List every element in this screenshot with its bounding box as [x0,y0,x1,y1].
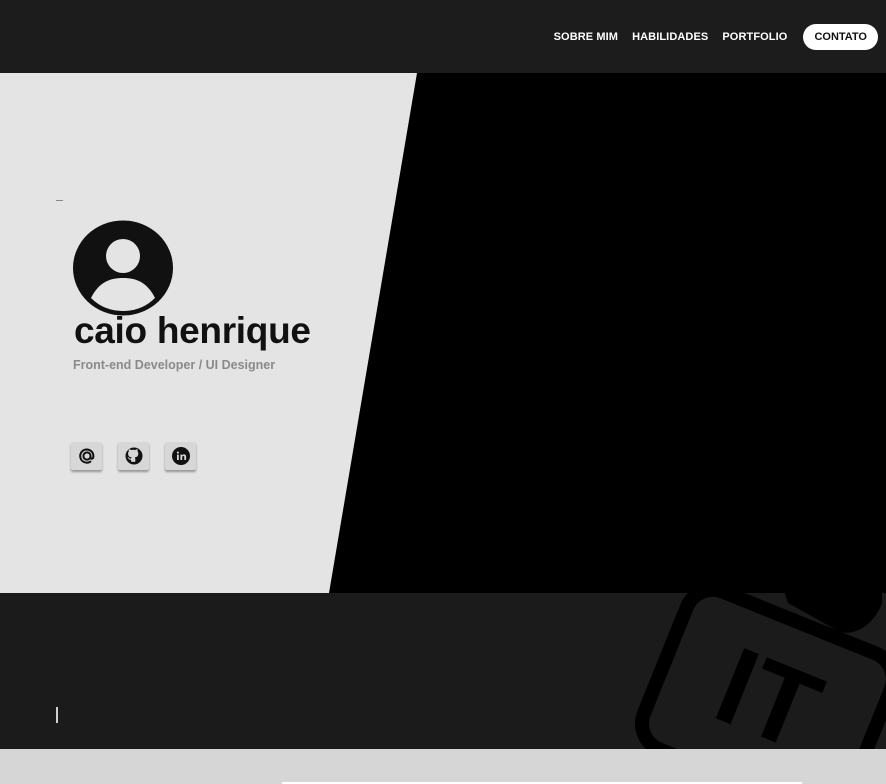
linkedin-link-button[interactable] [165,442,196,470]
it-badge-text: IT [700,624,837,749]
user-circle-icon [73,220,173,316]
hero-role: Front-end Developer / UI Designer [73,358,276,372]
nav-link-sobre-mim[interactable]: SOBRE MIM [554,31,618,43]
hero-name: caio henrique [74,310,311,351]
hero-section: caio henrique Front-end Developer / UI D… [0,73,886,593]
email-link-button[interactable] [71,442,102,470]
nav-link-portfolio[interactable]: PORTFOLIO [722,31,787,43]
github-link-button[interactable] [118,442,149,470]
linkedin-icon [171,447,190,465]
bottom-strip [0,749,886,784]
hero-dash-decoration [56,200,63,201]
secondary-section: IT [0,593,886,749]
contact-button[interactable]: CONTATO [803,23,878,50]
at-sign-icon [78,448,94,464]
nav-link-habilidades[interactable]: HABILIDADES [632,31,708,43]
social-links [71,442,212,470]
main-nav: SOBRE MIM HABILIDADES PORTFOLIO CONTATO [540,23,878,50]
github-icon [125,447,142,465]
hero-light-panel: caio henrique Front-end Developer / UI D… [0,73,417,593]
it-badge-icon: IT [635,593,886,749]
top-navbar: SOBRE MIM HABILIDADES PORTFOLIO CONTATO [0,0,886,73]
typing-caret [56,707,58,723]
